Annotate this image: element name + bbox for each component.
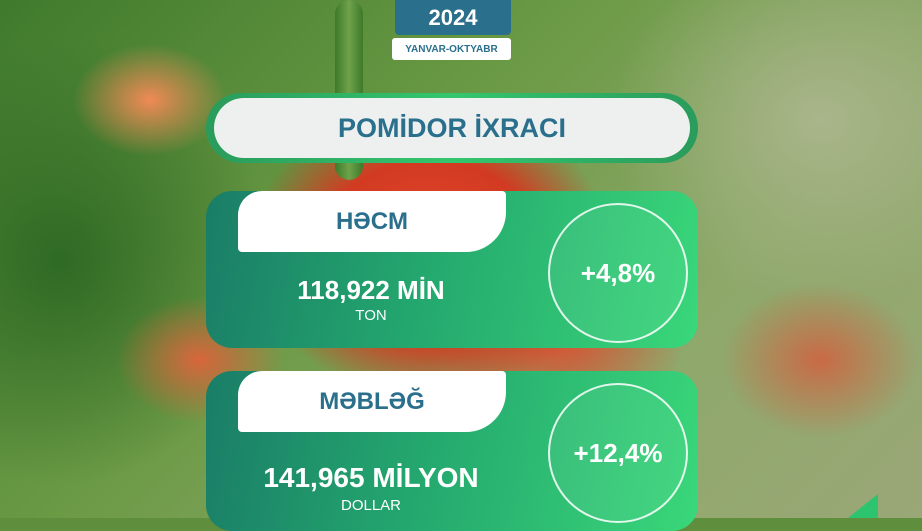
year-badge: 2024 <box>395 0 511 35</box>
amount-card: MƏBLƏĞ 141,965 MİLYON DOLLAR +12,4% <box>206 371 698 531</box>
amount-value: 141,965 MİLYON <box>263 462 479 493</box>
volume-label: HƏCM <box>238 191 506 252</box>
period-text: YANVAR-OKTYABR <box>405 43 498 55</box>
period-badge: YANVAR-OKTYABR <box>392 38 511 60</box>
page-title: POMİDOR İXRACI <box>214 98 690 158</box>
amount-label: MƏBLƏĞ <box>238 371 506 432</box>
amount-change: +12,4% <box>573 437 663 468</box>
corner-accent <box>848 494 878 518</box>
volume-unit: TON <box>355 307 387 324</box>
amount-change-circle: +12,4% <box>548 383 688 523</box>
volume-card: HƏCM 118,922 MİN TON +4,8% <box>206 191 698 348</box>
volume-change-circle: +4,8% <box>548 203 688 343</box>
amount-unit: DOLLAR <box>340 497 402 514</box>
year-text: 2024 <box>428 4 478 30</box>
volume-value: 118,922 MİN <box>297 275 445 305</box>
volume-change: +4,8% <box>580 257 656 288</box>
title-pill: POMİDOR İXRACI <box>206 93 698 163</box>
